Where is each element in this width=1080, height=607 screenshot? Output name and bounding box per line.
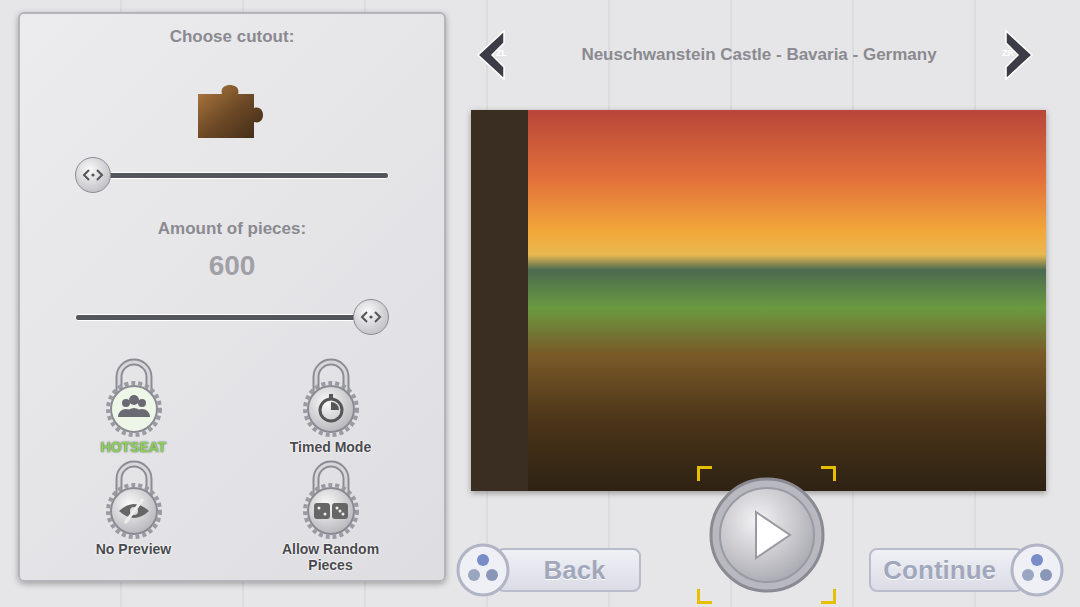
toggle-label: No Preview bbox=[96, 541, 171, 557]
slider-thumb[interactable] bbox=[353, 299, 389, 335]
focus-corner bbox=[821, 466, 836, 481]
back-label: Back bbox=[496, 548, 641, 592]
drag-arrows-icon bbox=[360, 310, 382, 324]
play-triangle-icon bbox=[756, 512, 790, 558]
gallery-header: ZL Neuschwanstein Castle - Bavaria - Germ… bbox=[456, 12, 1062, 110]
toggle-option[interactable]: No Preview bbox=[35, 459, 232, 573]
focus-corner bbox=[697, 466, 712, 481]
image-title: Neuschwanstein Castle - Bavaria - German… bbox=[518, 45, 1000, 65]
pieces-label: Amount of pieces: bbox=[158, 218, 306, 240]
button-disc-icon bbox=[456, 543, 510, 597]
play-focus bbox=[697, 466, 836, 604]
play-button[interactable] bbox=[708, 476, 826, 594]
options-panel: Choose cutout: Amount of pieces: 600 HOTSEA… bbox=[18, 12, 446, 582]
slider-track bbox=[75, 172, 389, 179]
toggle-option[interactable]: Timed Mode bbox=[232, 357, 429, 455]
slider-thumb[interactable] bbox=[75, 157, 111, 193]
toggle-label: Allow Random Pieces bbox=[271, 541, 391, 573]
button-disc-icon bbox=[1010, 543, 1064, 597]
toggle-option[interactable]: Allow Random Pieces bbox=[232, 459, 429, 573]
toggle-option[interactable]: HOTSEAT bbox=[35, 357, 232, 455]
puzzle-setup-screen: Choose cutout: Amount of pieces: 600 HOTSEA… bbox=[0, 0, 1080, 607]
padlock-toggle-icon bbox=[103, 459, 165, 539]
padlock-toggle-icon bbox=[103, 357, 165, 437]
castle-photo bbox=[471, 110, 1046, 491]
gallery-area: ZL Neuschwanstein Castle - Bavaria - Germ… bbox=[456, 12, 1062, 597]
key-hint: ZR bbox=[1002, 48, 1014, 58]
continue-button[interactable]: Continue bbox=[869, 543, 1064, 597]
cutout-slider[interactable] bbox=[75, 157, 389, 193]
cutout-piece-icon bbox=[194, 80, 270, 140]
back-button[interactable]: Back bbox=[456, 543, 641, 597]
pieces-count: 600 bbox=[209, 250, 256, 282]
focus-corner bbox=[821, 589, 836, 604]
pieces-slider[interactable] bbox=[75, 299, 389, 335]
padlock-toggle-icon bbox=[300, 357, 362, 437]
cutout-label: Choose cutout: bbox=[170, 26, 295, 48]
continue-label: Continue bbox=[869, 548, 1024, 592]
padlock-toggle-icon bbox=[300, 459, 362, 539]
next-image-button[interactable]: ZR bbox=[1000, 27, 1048, 83]
prev-image-button[interactable]: ZL bbox=[470, 27, 518, 83]
slider-track bbox=[75, 314, 389, 321]
toggle-grid: HOTSEAT Timed Mode No Preview Allow Random … bbox=[20, 357, 444, 573]
toggle-label: HOTSEAT bbox=[101, 439, 167, 455]
key-hint: ZL bbox=[496, 48, 507, 58]
focus-corner bbox=[697, 589, 712, 604]
drag-arrows-icon bbox=[82, 168, 104, 182]
toggle-label: Timed Mode bbox=[290, 439, 371, 455]
